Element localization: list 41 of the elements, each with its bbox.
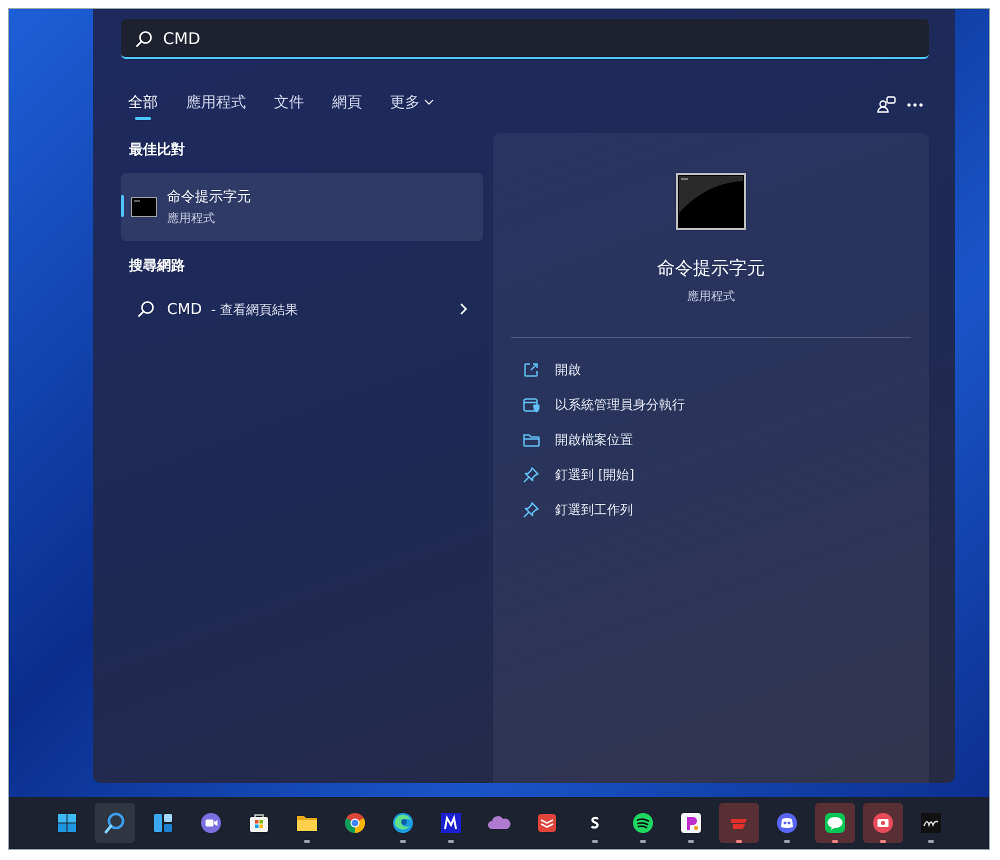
speech-bubble-icon (823, 811, 847, 835)
action-item[interactable]: 開啟檔案位置 (511, 422, 911, 457)
search-icon (137, 300, 155, 318)
browser-ball-icon (343, 811, 367, 835)
filter-tab[interactable]: 應用程式 (179, 88, 253, 122)
filter-tab[interactable]: 文件 (267, 88, 311, 122)
four-squares-icon (55, 811, 79, 835)
chevron-right-icon (459, 303, 467, 315)
filter-tab[interactable]: 全部 (121, 88, 165, 122)
app-title: 命令提示字元 (657, 257, 765, 280)
stacked-layers-icon (535, 811, 559, 835)
terminal-icon (131, 197, 157, 217)
action-item[interactable]: 以系統管理員身分執行 (511, 387, 911, 422)
wave-ball-icon (391, 811, 415, 835)
search-icon (135, 30, 153, 48)
best-match-item[interactable]: 命令提示字元 應用程式 (121, 173, 483, 241)
taskbar-button[interactable] (863, 803, 903, 843)
pin-icon (521, 464, 541, 484)
record-screen-icon (871, 811, 895, 835)
widgets-icon (151, 811, 175, 835)
taskbar-button[interactable] (815, 803, 855, 843)
filter-tab[interactable]: 更多 (383, 88, 441, 122)
video-chat-icon (199, 811, 223, 835)
music-circle-icon (631, 811, 655, 835)
search-icon (103, 811, 127, 835)
action-item[interactable]: 釘選到工作列 (511, 492, 911, 527)
section-heading: 最佳比對 (129, 141, 186, 159)
m-letter-icon (439, 811, 463, 835)
paint-tile-icon (679, 811, 703, 835)
chevron-down-icon (424, 98, 434, 106)
terminal-window-icon (676, 173, 746, 230)
signature-tile-icon (919, 811, 943, 835)
search-field[interactable]: CMD (121, 19, 929, 59)
action-item[interactable]: 釘選到 [開始] (511, 457, 911, 492)
game-controller-icon (775, 811, 799, 835)
app-type: 應用程式 (687, 288, 735, 305)
action-item[interactable]: 開啟 (511, 352, 911, 387)
filter-tab[interactable]: 網頁 (325, 88, 369, 122)
pin-icon (521, 500, 541, 520)
web-search-item[interactable]: CMD - 查看網頁結果 (121, 289, 483, 329)
section-heading: 搜尋網路 (129, 257, 186, 275)
